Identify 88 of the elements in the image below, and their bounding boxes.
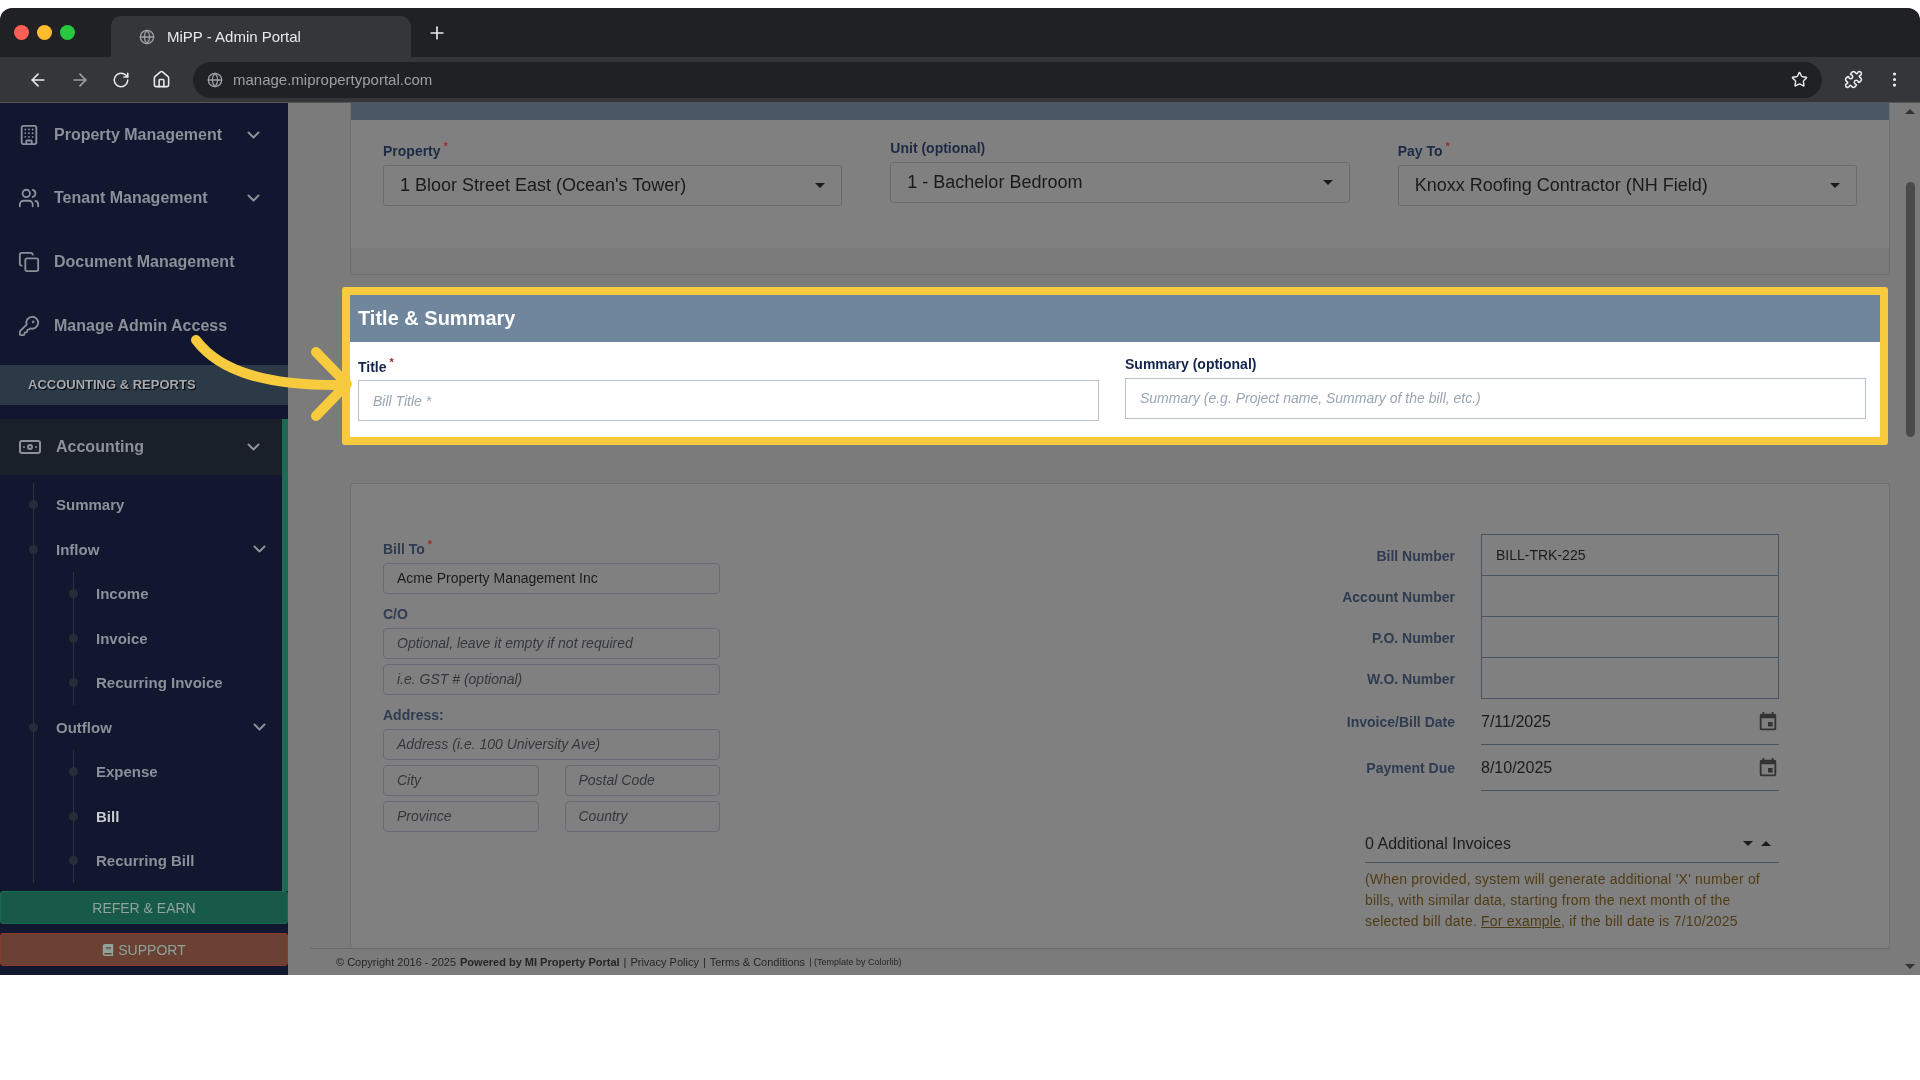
input-field[interactable]: Address (i.e. 100 University Ave) xyxy=(383,728,720,760)
sidebar-item[interactable]: Expense xyxy=(69,749,282,794)
input-field[interactable]: Optional, leave it empty if not required xyxy=(383,627,720,659)
users-icon xyxy=(18,187,40,210)
field-label: Property $^{*}$ xyxy=(383,140,449,159)
sidebar-item[interactable]: Tenant Management xyxy=(0,166,288,231)
section-header: Title & Summary xyxy=(350,294,1880,342)
copy-icon xyxy=(18,251,40,273)
increment-icon[interactable] xyxy=(1761,841,1771,847)
sidebar-item[interactable]: Accounting xyxy=(0,418,282,475)
browser-tab[interactable]: MiPP - Admin Portal xyxy=(111,16,411,57)
sidebar-item[interactable]: Inflow xyxy=(29,527,282,572)
input-field[interactable]: Acme Property Management Inc xyxy=(383,562,720,594)
input-field[interactable]: BILL-TRK-225 xyxy=(1481,534,1779,577)
footer-link[interactable]: Terms & Conditions xyxy=(709,956,806,968)
input-field[interactable]: Province xyxy=(383,800,539,832)
section-heading: ACCOUNTING & REPORTS xyxy=(0,365,288,405)
field-label: Unit (optional) xyxy=(890,140,987,156)
input-field[interactable]: Bill Title * xyxy=(358,380,1099,422)
close-window-icon[interactable] xyxy=(14,25,29,40)
extensions-icon[interactable] xyxy=(1844,70,1863,89)
footer-text: | (Template by Colorlib) xyxy=(809,957,902,967)
scroll-down-icon[interactable] xyxy=(1905,964,1915,969)
globe-icon xyxy=(207,71,223,88)
footer-text: Powered by MI Property Portal xyxy=(460,956,620,968)
field-label: Title $^{*}$ xyxy=(358,355,395,375)
sidebar-item[interactable]: Manage Admin Access xyxy=(0,293,288,358)
help-note: (When provided, system will generate additional 'X' number of bills, with similar data, starting from the next month of the selected bill date. For example, if the bill date is 7/10/2025 xyxy=(1365,870,1761,932)
separator: | xyxy=(702,956,706,968)
minimize-window-icon[interactable] xyxy=(37,25,52,40)
field-label: P.O. Number xyxy=(1371,629,1455,646)
input-field[interactable] xyxy=(1481,616,1779,659)
field-label: Account Number xyxy=(1341,588,1455,605)
calendar-icon xyxy=(1757,710,1779,733)
book-icon xyxy=(102,943,115,956)
number-field[interactable]: 0 Additional Invoices xyxy=(1365,825,1779,864)
sidebar-item[interactable]: Outflow xyxy=(29,705,282,750)
footer-text: © Copyright 2016 - 2025 xyxy=(336,956,456,968)
example-link[interactable]: For example xyxy=(1481,913,1562,930)
sidebar-item[interactable]: Summary xyxy=(29,482,282,527)
dropdown-caret-icon xyxy=(1322,180,1333,185)
field-label: Invoice/Bill Date xyxy=(1345,714,1455,731)
sidebar-item[interactable]: Income xyxy=(69,571,282,616)
footer-link[interactable]: Privacy Policy xyxy=(630,956,699,968)
dropdown-caret-icon xyxy=(1830,182,1840,188)
sidebar-item[interactable]: Recurring Invoice xyxy=(69,660,282,705)
input-field[interactable]: i.e. GST # (optional) xyxy=(383,663,720,695)
field-label: W.O. Number xyxy=(1366,670,1455,687)
field-label: Pay To $^{*}$ xyxy=(1397,140,1451,159)
select-field[interactable]: Knoxx Roofing Contractor (NH Field) xyxy=(1397,164,1857,206)
input-field[interactable] xyxy=(1481,657,1779,700)
sidebar-item[interactable]: Invoice xyxy=(69,616,282,661)
sidebar-item[interactable]: Property Management xyxy=(0,103,288,167)
field-label: C/O xyxy=(383,605,409,622)
reload-icon[interactable] xyxy=(112,70,130,89)
field-label: Bill Number xyxy=(1375,547,1455,564)
calendar-icon xyxy=(1757,756,1779,779)
sidebar-item[interactable]: Bill xyxy=(69,794,282,839)
globe-icon xyxy=(139,28,155,45)
select-field[interactable]: 1 - Bachelor Bedroom xyxy=(890,162,1350,203)
date-field[interactable]: 7/11/2025 xyxy=(1481,699,1779,746)
url-text: manage.mipropertyportal.com xyxy=(233,71,433,88)
refer-button[interactable]: REFER & EARN xyxy=(0,891,288,924)
select-field[interactable]: 1 Bloor Street East (Ocean's Tower) xyxy=(383,164,843,206)
field-label: Address: xyxy=(383,706,445,723)
sidebar-item[interactable]: Recurring Bill xyxy=(69,838,282,883)
key-icon xyxy=(18,314,40,337)
field-label: Payment Due xyxy=(1365,760,1455,777)
input-field[interactable]: Summary (e.g. Project name, Summary of the bill, etc.) xyxy=(1125,377,1866,419)
building-icon xyxy=(18,123,40,146)
bookmark-star-icon[interactable] xyxy=(1791,71,1808,88)
input-field[interactable]: Postal Code xyxy=(564,764,720,796)
input-field[interactable]: Country xyxy=(564,800,720,832)
address-bar[interactable]: manage.mipropertyportal.com xyxy=(193,61,1822,98)
field-label: Bill To $^{*}$ xyxy=(383,538,433,557)
home-icon[interactable] xyxy=(152,70,171,89)
scroll-up-icon[interactable] xyxy=(1905,109,1915,114)
support-button[interactable]: SUPPORT xyxy=(0,933,288,966)
input-field[interactable]: City xyxy=(383,764,539,796)
scroll-thumb[interactable] xyxy=(1905,182,1915,437)
input-field[interactable] xyxy=(1481,575,1779,618)
maximize-window-icon[interactable] xyxy=(60,25,75,40)
decrement-icon[interactable] xyxy=(1743,841,1753,847)
sidebar-item[interactable]: Document Management xyxy=(0,230,288,294)
separator: | xyxy=(623,956,627,968)
field-label: Summary (optional) xyxy=(1125,355,1258,372)
dropdown-caret-icon xyxy=(815,182,826,188)
date-field[interactable]: 8/10/2025 xyxy=(1481,745,1779,792)
